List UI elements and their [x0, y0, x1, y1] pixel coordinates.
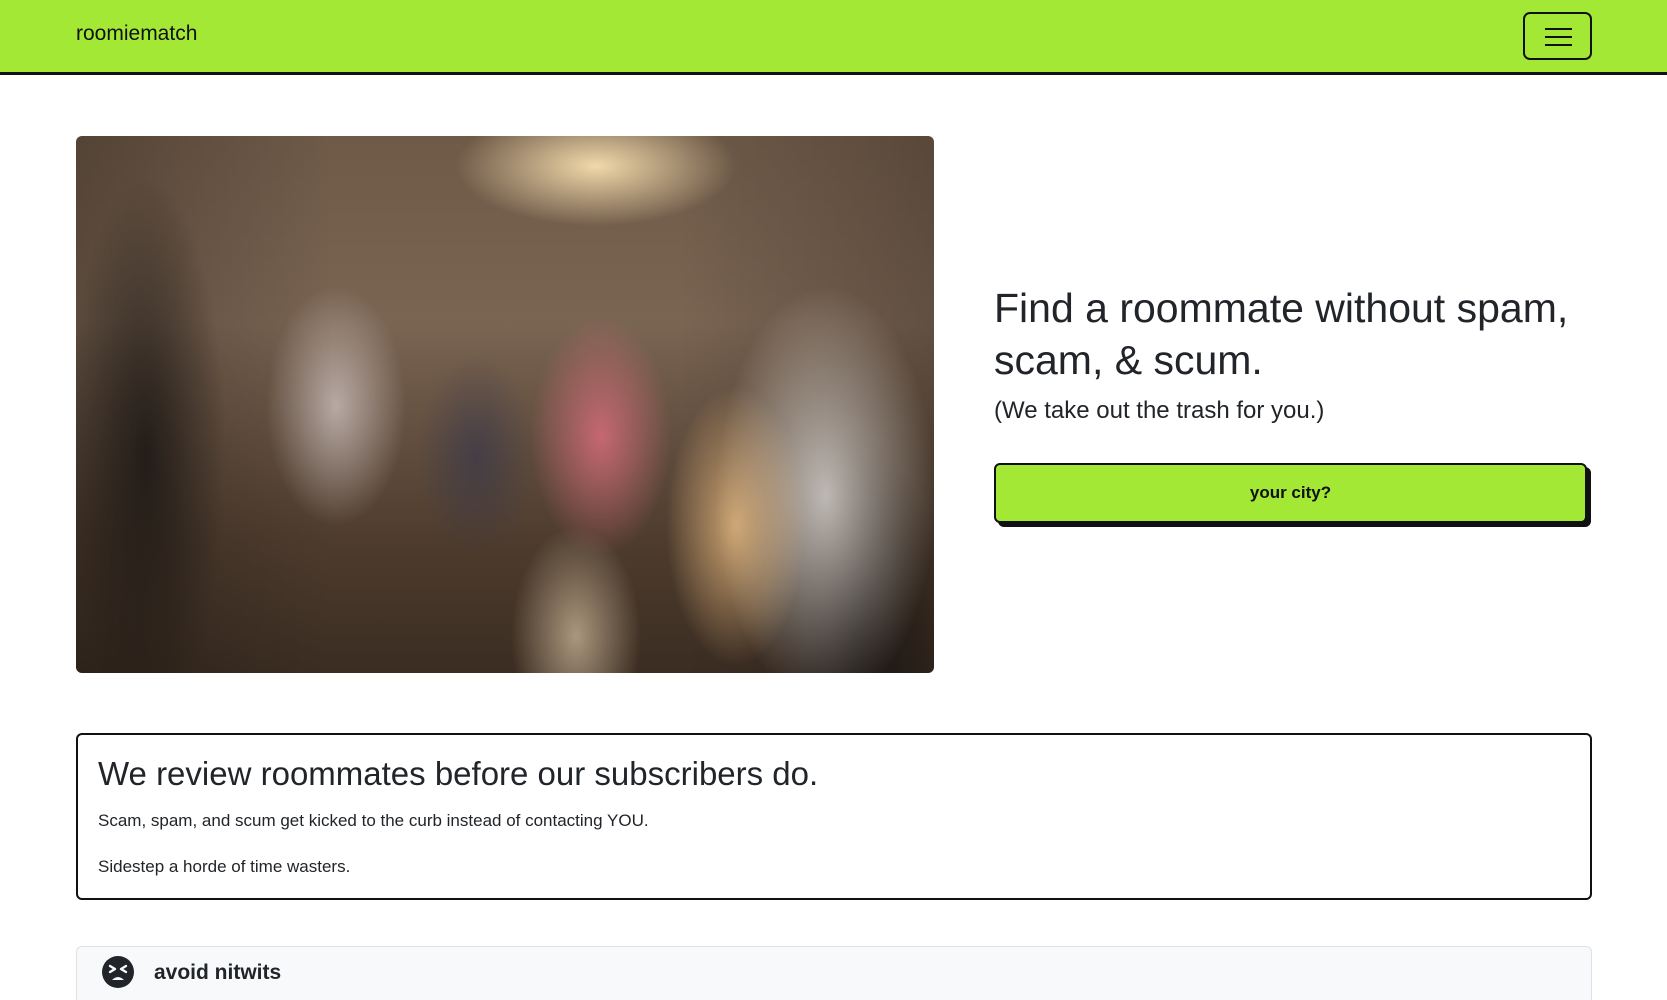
hero-headline: Find a roommate without spam, scam, & sc… — [994, 285, 1569, 383]
top-navbar: roomiematch — [0, 0, 1667, 75]
feature-card-avoid-nitwits: avoid nitwits — [76, 946, 1592, 1000]
grimacing-face-icon — [101, 955, 135, 989]
city-select-button[interactable]: your city? — [994, 463, 1587, 523]
review-title: We review roommates before our subscribe… — [98, 755, 819, 792]
navbar-toggle-button[interactable] — [1523, 12, 1592, 60]
hero-image — [76, 136, 934, 673]
feature-title: avoid nitwits — [154, 961, 282, 984]
brand-link[interactable]: roomiematch — [76, 22, 197, 46]
hero-subhead: (We take out the trash for you.) — [994, 397, 1325, 424]
review-card: We review roommates before our subscribe… — [76, 733, 1592, 900]
review-text-1: Scam, spam, and scum get kicked to the c… — [98, 811, 649, 830]
review-text-2: Sidestep a horde of time wasters. — [98, 857, 351, 876]
